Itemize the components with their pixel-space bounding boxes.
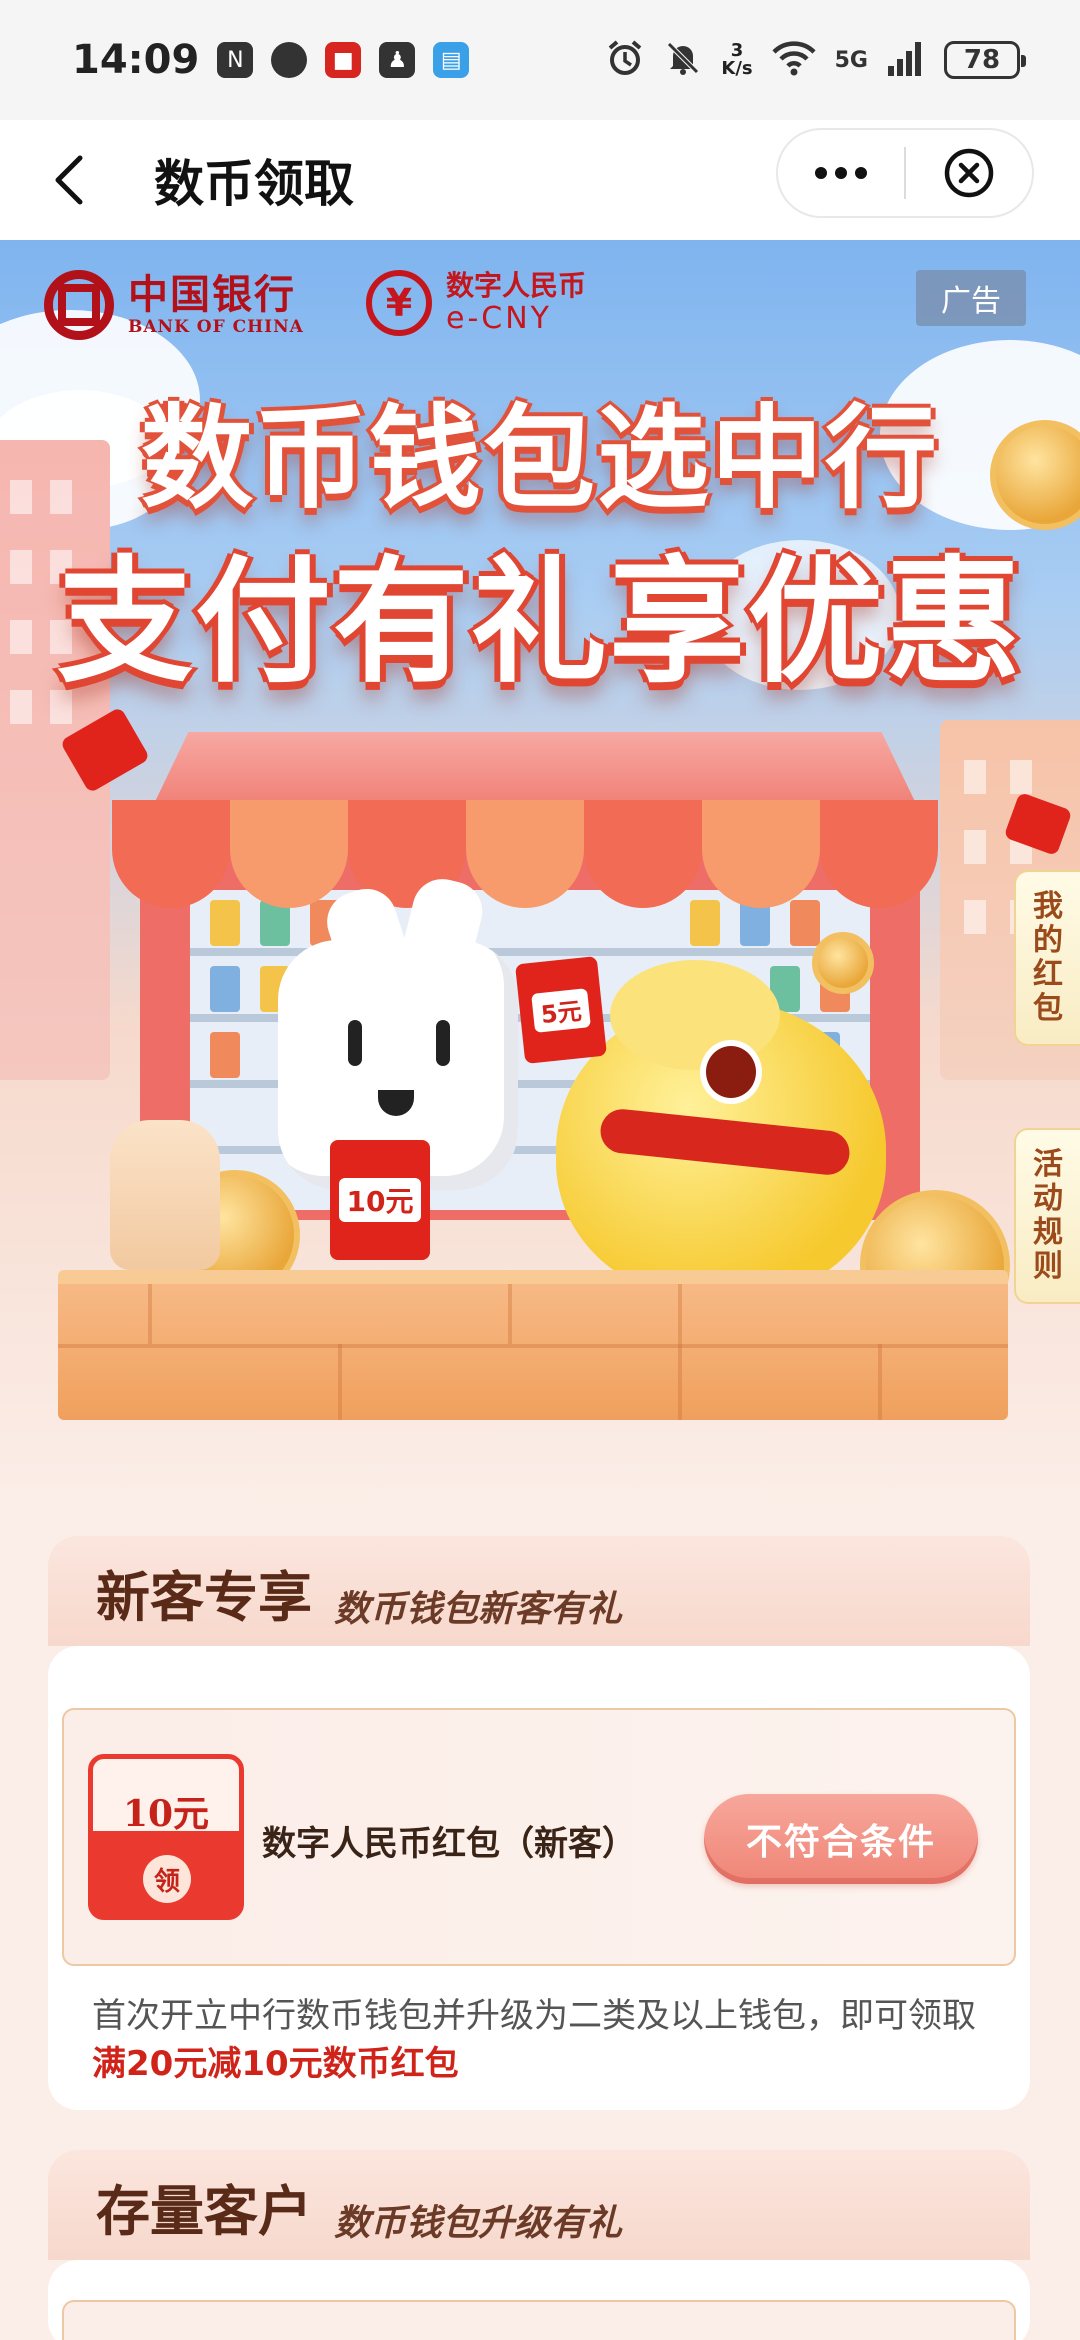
coupon-description: 首次开立中行数币钱包并升级为二类及以上钱包，即可领取满20元减10元数币红包 [62,1966,1016,2088]
existing-customer-card-body [48,2260,1030,2340]
new-customer-card-header: 新客专享 数币钱包新客有礼 [48,1536,1030,1646]
ecny-logo: ¥ 数字人民币 e-CNY [366,270,586,336]
new-customer-title: 新客专享 [96,1566,312,1629]
boc-emblem-icon [44,270,114,340]
more-button[interactable] [778,130,904,216]
coin-decoration [812,932,874,994]
activity-rules-label: 活动规则 [1033,1147,1063,1284]
qq-icon: ♟ [379,42,416,78]
back-button[interactable] [38,148,102,212]
boc-name-cn: 中国银行 [128,271,296,318]
existing-customer-title: 存量客户 [96,2180,312,2243]
app-notification-icon: ■ [325,42,362,78]
new-customer-subtitle: 数币钱包新客有礼 [334,1589,623,1630]
red-packet-5-label: 5元 [530,987,592,1033]
page-title: 数币领取 [154,155,354,213]
red-packet-10: 10元 [330,1140,430,1260]
not-eligible-button[interactable]: 不符合条件 [704,1794,978,1884]
coupon-description-highlight: 满20元减10元数币红包 [92,2044,459,2084]
banner-headline-line2: 支付有礼享优惠 [57,544,1023,702]
more-dots-icon [815,167,867,179]
chevron-left-icon [55,155,83,205]
coupon-seal: 领 [143,1855,191,1903]
my-red-packets-tab[interactable]: 我的红包 [1014,870,1080,1046]
chat-bubble-icon [271,42,308,78]
ad-badge: 广告 [916,270,1026,326]
red-packet-5: 5元 [514,955,608,1065]
banner-headline-line1: 数币钱包选中行 [141,394,939,524]
existing-customer-card-header: 存量客户 数币钱包升级有礼 [48,2150,1030,2260]
promo-banner[interactable]: 中国银行 BANK OF CHINA ¥ 数字人民币 e-CNY 广告 数币钱包… [0,240,1080,1510]
coupon-description-text: 首次开立中行数币钱包并升级为二类及以上钱包，即可领取 [92,1996,976,2036]
reader-icon: ▤ [433,42,470,78]
boc-wordmark: 中国银行 BANK OF CHINA [128,271,304,338]
ecny-name-en: e-CNY [446,301,552,336]
booth-awning [112,800,938,908]
booth-counter [58,1270,1008,1420]
ecny-wordmark: 数字人民币 e-CNY [446,270,586,336]
existing-customer-card: 存量客户 数币钱包升级有礼 [48,2150,1030,2340]
wifi-icon [771,38,817,82]
new-customer-card-body: 10元 领 数字人民币红包（新客） 不符合条件 首次开立中行数币钱包并升级为二类… [48,1646,1030,2110]
coupon-item: 10元 领 数字人民币红包（新客） 不符合条件 [62,1708,1016,1966]
mini-program-capsule [776,128,1034,218]
status-time: 14:09 [72,37,200,83]
coupon-name: 数字人民币红包（新客） [262,1824,636,1864]
my-red-packets-label: 我的红包 [1033,889,1063,1026]
boc-name-en: BANK OF CHINA [128,317,304,337]
battery-indicator: 78 [944,41,1026,79]
nav-bar: 数币领取 [0,120,1080,240]
status-bar-right: 3 K/s 5G 78 [605,38,1026,82]
activity-rules-tab[interactable]: 活动规则 [1014,1128,1080,1304]
mute-bell-icon [663,38,703,82]
alarm-icon [605,38,645,82]
gourd-eye [700,1040,762,1104]
existing-customer-subtitle: 数币钱包升级有礼 [334,2203,623,2244]
close-button[interactable] [906,130,1032,216]
network-speed: 3 K/s [721,42,752,78]
coupon-item-peek [62,2300,1016,2340]
network-type: 5G [834,47,868,73]
toy-horse-decoration [110,1120,220,1270]
yuan-symbol-icon: ¥ [366,270,432,336]
boc-logo: 中国银行 BANK OF CHINA [44,270,304,340]
new-customer-card: 新客专享 数币钱包新客有礼 10元 领 数字人民币红包（新客） 不符合条件 首次… [48,1536,1030,2110]
signal-icon [886,38,926,82]
ecny-name-cn: 数字人民币 [446,269,587,302]
close-circle-icon [944,148,994,198]
status-bar: 14:09 N ■ ♟ ▤ 3 K/s 5G 78 [0,0,1080,120]
coupon-amount: 10元 [122,1793,210,1835]
nfc-icon: N [217,42,254,78]
speed-unit: K/s [721,58,753,79]
red-envelope-icon: 10元 领 [88,1754,244,1920]
status-bar-left: 14:09 N ■ ♟ ▤ [72,37,470,83]
red-packet-10-label: 10元 [338,1178,422,1222]
